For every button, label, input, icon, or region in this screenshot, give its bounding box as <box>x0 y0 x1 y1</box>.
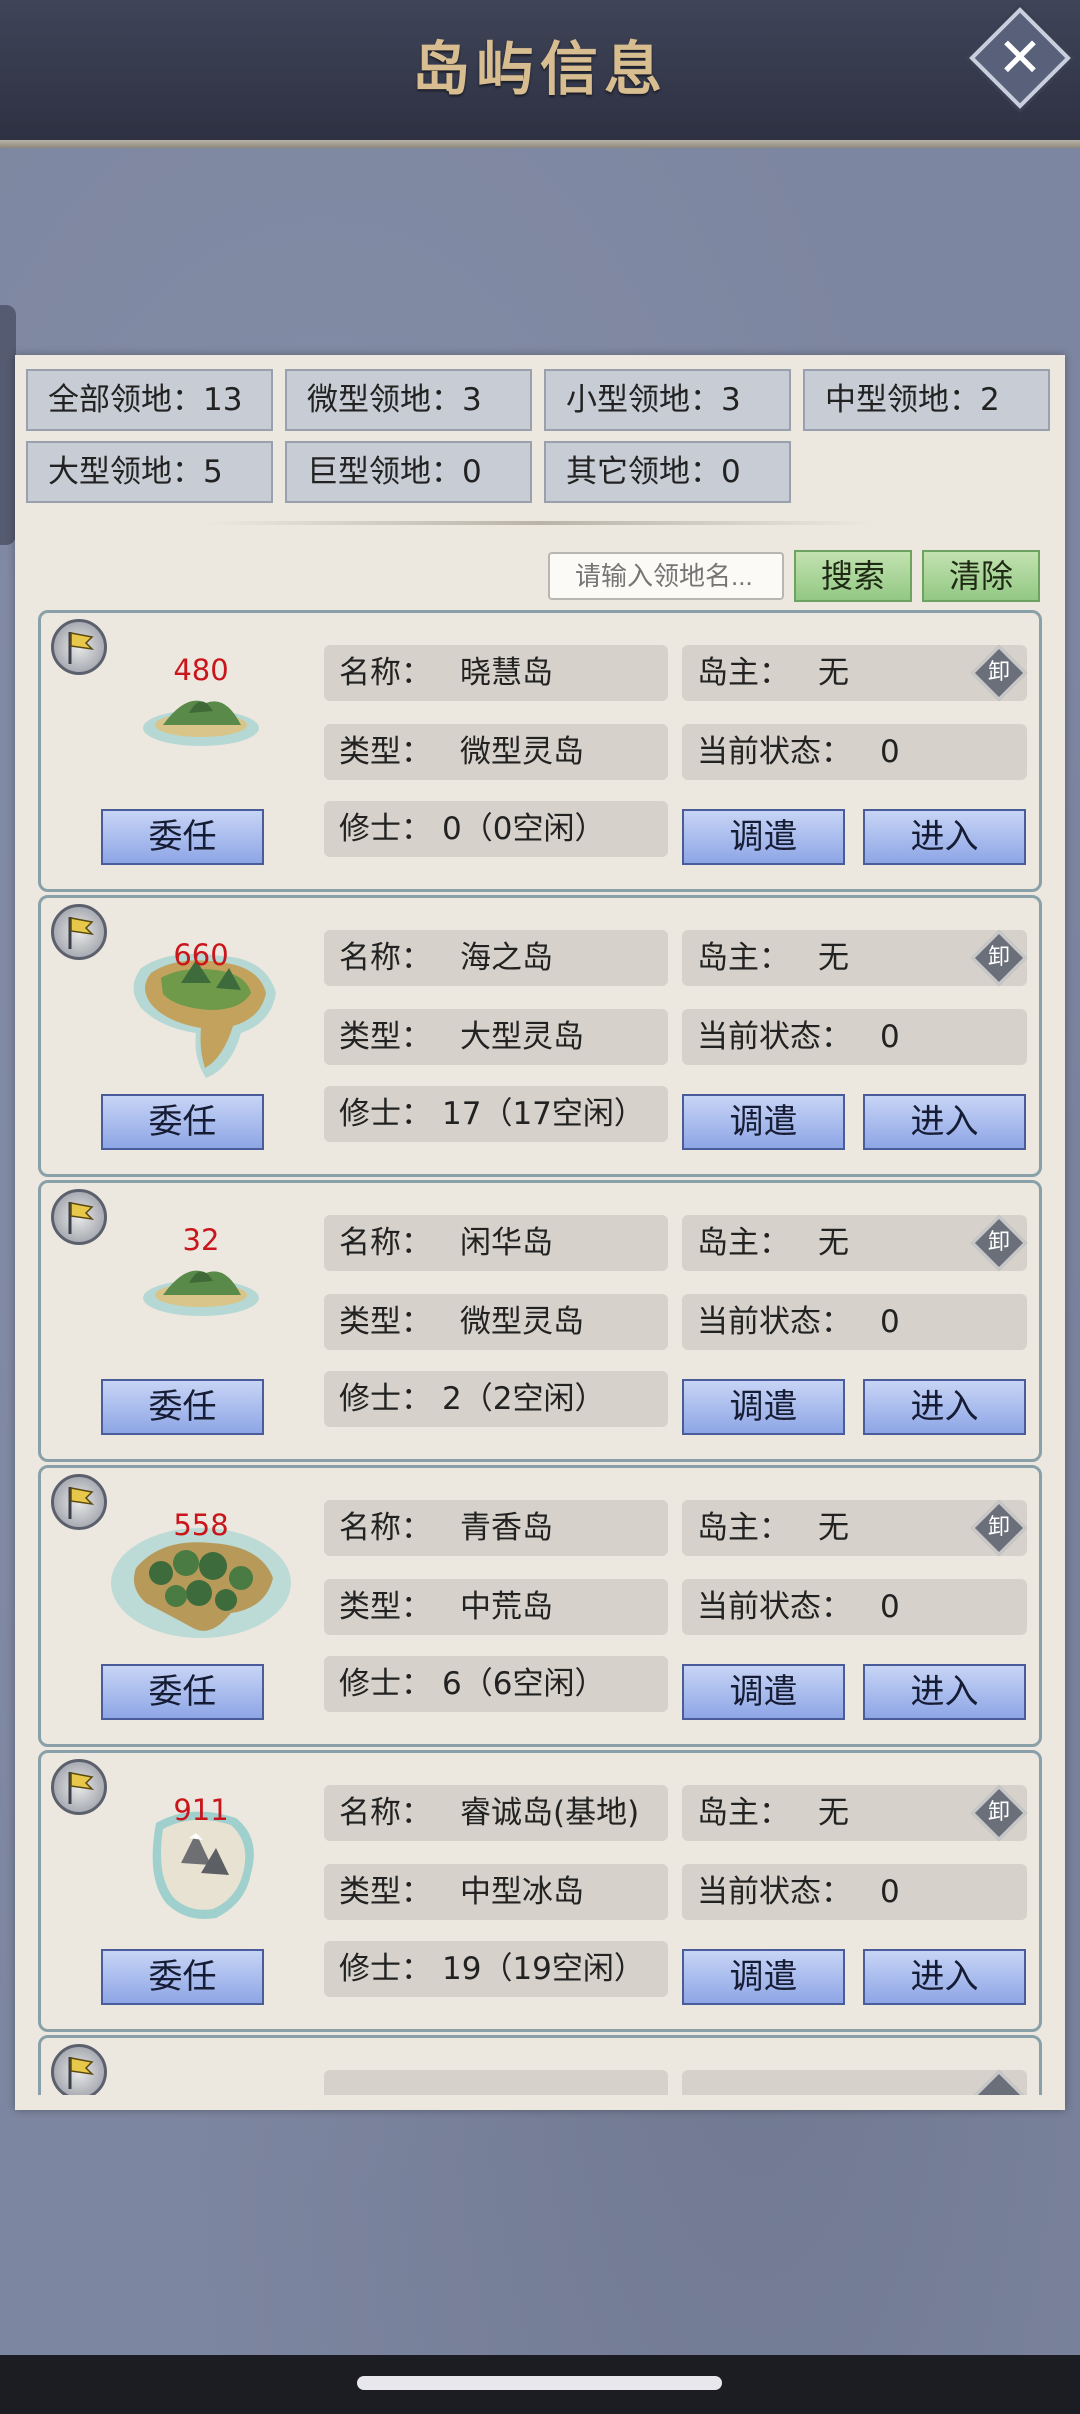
appoint-button[interactable]: 委任 <box>101 1379 264 1435</box>
flag-icon[interactable] <box>51 619 107 675</box>
filter-huge[interactable]: 巨型领地：0 <box>285 441 532 503</box>
field-name <box>324 2070 668 2095</box>
field-name: 名称： 睿诚岛(基地) <box>324 1785 668 1841</box>
appoint-button[interactable]: 委任 <box>101 809 264 865</box>
dispatch-button[interactable]: 调遣 <box>682 1379 845 1435</box>
island-power: 660 <box>173 938 229 972</box>
enter-button[interactable]: 进入 <box>863 1664 1026 1720</box>
unload-icon[interactable]: 卸 <box>977 651 1021 695</box>
enter-button[interactable]: 进入 <box>863 809 1026 865</box>
field-state: 当前状态： 0 <box>682 1864 1027 1920</box>
field-type: 类型： 微型灵岛 <box>324 724 668 780</box>
unload-icon[interactable]: 卸 <box>977 1791 1021 1835</box>
field-monks: 修士： 6（6空闲） <box>324 1656 668 1712</box>
island-card-partial <box>38 2035 1042 2095</box>
flag-icon[interactable] <box>51 1759 107 1815</box>
appoint-button[interactable]: 委任 <box>101 1949 264 2005</box>
field-name: 名称： 闲华岛 <box>324 1215 668 1271</box>
field-monks: 修士： 19（19空闲） <box>324 1941 668 1997</box>
dispatch-button[interactable]: 调遣 <box>682 1094 845 1150</box>
unload-icon[interactable]: 卸 <box>977 936 1021 980</box>
unload-icon[interactable]: 卸 <box>977 1221 1021 1265</box>
island-list[interactable]: 480 委任 名称： 晓慧岛 类型： 微型灵岛 修士： 0（0空闲） 岛主：无 当前状… <box>15 605 1065 2095</box>
search-input[interactable] <box>548 552 784 600</box>
field-type: 类型： 大型灵岛 <box>324 1009 668 1065</box>
flag-icon[interactable] <box>51 904 107 960</box>
enter-button[interactable]: 进入 <box>863 1949 1026 2005</box>
filter-other[interactable]: 其它领地：0 <box>544 441 791 503</box>
island-card: 911 委任 名称： 睿诚岛(基地) 类型： 中型冰岛 修士： 19（19空闲） 岛主… <box>38 1750 1042 2032</box>
dispatch-button[interactable]: 调遣 <box>682 1664 845 1720</box>
field-type: 类型： 微型灵岛 <box>324 1294 668 1350</box>
field-name: 名称： 青香岛 <box>324 1500 668 1556</box>
field-state: 当前状态： 0 <box>682 1009 1027 1065</box>
filter-micro[interactable]: 微型领地：3 <box>285 369 532 431</box>
field-monks: 修士： 0（0空闲） <box>324 801 668 857</box>
island-card: 32 委任 名称： 闲华岛 类型： 微型灵岛 修士： 2（2空闲） 岛主：无 当前状态… <box>38 1180 1042 1462</box>
unload-icon[interactable] <box>977 2076 1021 2095</box>
island-power: 911 <box>173 1793 229 1827</box>
field-type: 类型： 中荒岛 <box>324 1579 668 1635</box>
enter-button[interactable]: 进入 <box>863 1094 1026 1150</box>
title-bar-border <box>0 140 1080 148</box>
field-monks: 修士： 2（2空闲） <box>324 1371 668 1427</box>
field-name: 名称： 晓慧岛 <box>324 645 668 701</box>
field-state: 当前状态： 0 <box>682 724 1027 780</box>
island-card: 480 委任 名称： 晓慧岛 类型： 微型灵岛 修士： 0（0空闲） 岛主：无 当前状… <box>38 610 1042 892</box>
side-drawer-handle[interactable] <box>0 305 16 545</box>
dispatch-button[interactable]: 调遣 <box>682 809 845 865</box>
close-icon[interactable]: ✕ <box>984 18 1056 98</box>
filter-small[interactable]: 小型领地：3 <box>544 369 791 431</box>
field-state: 当前状态： 0 <box>682 1579 1027 1635</box>
field-owner <box>682 2070 1027 2095</box>
clear-button[interactable]: 清除 <box>922 550 1040 602</box>
island-card: 660 委任 名称： 海之岛 类型： 大型灵岛 修士： 17（17空闲） 岛主：无 当… <box>38 895 1042 1177</box>
field-name: 名称： 海之岛 <box>324 930 668 986</box>
field-type: 类型： 中型冰岛 <box>324 1864 668 1920</box>
home-indicator[interactable] <box>357 2376 722 2390</box>
flag-icon[interactable] <box>51 1474 107 1530</box>
flag-icon[interactable] <box>51 1189 107 1245</box>
island-power: 32 <box>182 1223 220 1257</box>
filter-large[interactable]: 大型领地：5 <box>26 441 273 503</box>
appoint-button[interactable]: 委任 <box>101 1094 264 1150</box>
filter-medium[interactable]: 中型领地：2 <box>803 369 1050 431</box>
divider <box>205 521 875 525</box>
island-power: 558 <box>173 1508 229 1542</box>
search-button[interactable]: 搜索 <box>794 550 912 602</box>
filter-all[interactable]: 全部领地：13 <box>26 369 273 431</box>
field-monks: 修士： 17（17空闲） <box>324 1086 668 1142</box>
appoint-button[interactable]: 委任 <box>101 1664 264 1720</box>
dispatch-button[interactable]: 调遣 <box>682 1949 845 2005</box>
field-state: 当前状态： 0 <box>682 1294 1027 1350</box>
page-title: 岛屿信息 <box>411 35 668 103</box>
unload-icon[interactable]: 卸 <box>977 1506 1021 1550</box>
island-card: 558 委任 名称： 青香岛 类型： 中荒岛 修士： 6（6空闲） 岛主：无 当前状态… <box>38 1465 1042 1747</box>
island-power: 480 <box>173 653 229 687</box>
enter-button[interactable]: 进入 <box>863 1379 1026 1435</box>
flag-icon[interactable] <box>51 2044 107 2095</box>
